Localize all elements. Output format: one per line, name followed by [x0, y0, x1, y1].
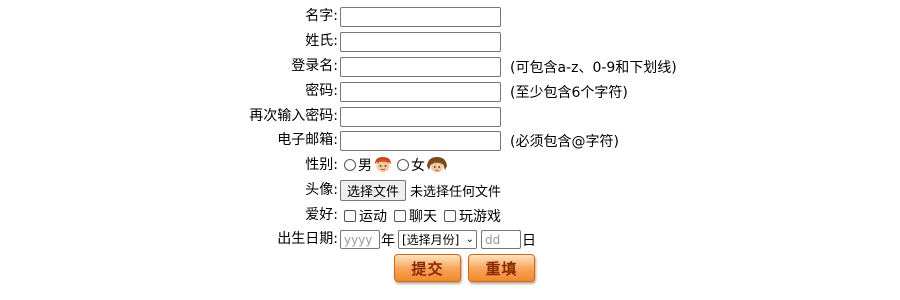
- hobby-sport-label: 运动: [359, 208, 387, 225]
- last-name-input[interactable]: [340, 31, 501, 52]
- email-hint: (必须包含@字符): [510, 133, 619, 150]
- gender-label: 性别:: [305, 157, 338, 173]
- hobby-chat-label: 聊天: [409, 208, 437, 225]
- password-hint: (至少包含6个字符): [510, 84, 628, 101]
- hobby-label: 爱好:: [305, 207, 338, 223]
- year-unit: 年: [381, 232, 395, 249]
- choose-file-button[interactable]: 选择文件: [340, 180, 407, 201]
- username-hint: (可包含a-z、0-9和下划线): [510, 59, 677, 76]
- month-select-value: [选择月份]: [402, 233, 460, 247]
- confirm-password-input[interactable]: [340, 106, 501, 127]
- username-label: 登录名:: [291, 58, 338, 74]
- first-name-label: 名字:: [305, 8, 338, 24]
- username-input[interactable]: [340, 56, 501, 77]
- hobby-game-label: 玩游戏: [459, 208, 501, 225]
- gender-male-radio[interactable]: [344, 158, 356, 171]
- gender-female-radio[interactable]: [397, 158, 409, 171]
- girl-face-icon: [426, 156, 447, 174]
- gender-male-label: 男: [358, 157, 372, 174]
- confirm-password-label: 再次输入密码:: [249, 108, 338, 124]
- month-select[interactable]: [选择月份] ⌄: [398, 230, 477, 249]
- year-input[interactable]: yyyy: [340, 230, 380, 249]
- email-label: 电子邮箱:: [277, 132, 338, 148]
- first-name-input[interactable]: [340, 6, 501, 27]
- password-label: 密码:: [305, 83, 338, 99]
- chevron-down-icon: ⌄: [465, 234, 474, 245]
- file-status-text: 未选择任何文件: [410, 185, 502, 200]
- boy-face-icon: [373, 156, 391, 174]
- submit-button[interactable]: 提交: [394, 254, 461, 282]
- birthday-label: 出生日期:: [277, 231, 338, 247]
- hobby-sport-checkbox[interactable]: [344, 209, 356, 222]
- hobby-game-checkbox[interactable]: [444, 209, 456, 222]
- password-input[interactable]: [340, 81, 501, 102]
- last-name-label: 姓氏:: [305, 33, 338, 49]
- hobby-chat-checkbox[interactable]: [394, 209, 406, 222]
- day-unit: 日: [522, 232, 536, 249]
- reset-button[interactable]: 重填: [468, 254, 535, 282]
- day-input[interactable]: dd: [481, 230, 521, 249]
- email-input[interactable]: [340, 130, 501, 151]
- gender-female-label: 女: [411, 157, 425, 174]
- avatar-label: 头像:: [305, 182, 338, 198]
